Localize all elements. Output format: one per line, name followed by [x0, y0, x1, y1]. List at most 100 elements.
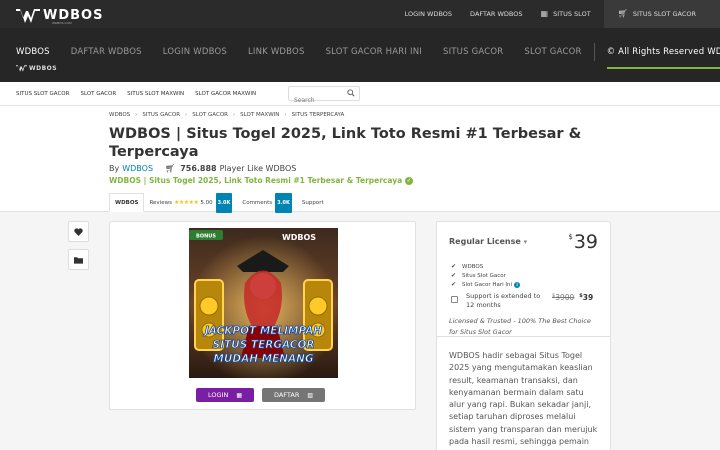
category-bar: SITUS SLOT GACOR SLOT GACOR SITUS SLOT M… — [0, 82, 720, 107]
nav-item-link[interactable]: LINK WDBOS — [248, 47, 305, 61]
page-title: WDBOS | Situs Togel 2025, Link Toto Resm… — [109, 126, 582, 160]
license-label: Regular License — [449, 237, 521, 246]
by-label: By — [109, 164, 120, 173]
price: $39 — [568, 231, 598, 253]
nav-logo-text: WDBOS — [29, 65, 58, 72]
item-tabs: WDBOS Reviews ★★★★★ 5.00 3.0K Comments 3… — [109, 193, 329, 213]
svg-text:BONUS: BONUS — [196, 234, 216, 240]
nav-item-daftar[interactable]: DAFTAR WDBOS — [71, 47, 142, 61]
logo-mark-icon — [16, 8, 40, 23]
breadcrumb-item[interactable]: SLOT GACOR — [192, 112, 228, 118]
feature-list: ✔ WDBOS ✔ Situs Slot Gacor ✔ Slot Gacor Har… — [451, 262, 521, 289]
nav-item-login[interactable]: LOGIN WDBOS — [163, 47, 227, 61]
search-icon[interactable] — [347, 89, 355, 97]
top-link-daftar[interactable]: DAFTAR WDBOS — [461, 0, 531, 28]
daftar-button[interactable]: DAFTAR ▨ — [262, 388, 325, 402]
item-header: WDBOS › SITUS GACOR › SLOT GACOR › SLOT … — [0, 106, 720, 213]
category-link-slot-gacor[interactable]: SLOT GACOR — [80, 91, 116, 97]
breadcrumb-separator: › — [185, 112, 188, 118]
breadcrumb: WDBOS › SITUS GACOR › SLOT GACOR › SLOT … — [109, 112, 349, 118]
folder-icon — [74, 256, 83, 264]
extended-support-text: Support is extended to 12 months — [466, 292, 541, 309]
image-icon: ▨ — [307, 391, 314, 399]
login-button[interactable]: LOGIN ▦ — [196, 388, 254, 402]
breadcrumb-separator: › — [135, 112, 138, 118]
feature-item: ✔ WDBOS — [451, 262, 520, 271]
cart-icon: 🛒︎ — [165, 164, 176, 173]
category-link-slot-gacor-maxwin[interactable]: SLOT GACOR MAXWIN — [195, 91, 256, 97]
breadcrumb-item[interactable]: SLOT MAXWIN — [240, 112, 279, 118]
poster-line-3: MUDAH MENANG — [213, 353, 314, 365]
rating-value: 5.00 — [200, 200, 213, 206]
breadcrumb-separator: › — [232, 112, 236, 118]
main-nav: WDBOS DAFTAR WDBOS LOGIN WDBOS LINK WDBO… — [0, 28, 720, 82]
breadcrumb-item[interactable]: SITUS TERPERCAYA — [292, 112, 345, 118]
grid-icon: ▦ — [540, 9, 549, 18]
breadcrumb-item[interactable]: SITUS GACOR — [142, 112, 180, 118]
category-link-situs-slot-gacor[interactable]: SITUS SLOT GACOR — [16, 91, 69, 97]
favorite-button[interactable] — [68, 221, 89, 242]
feature-item: ✔ Slot Gacor Hari Ini i — [451, 280, 521, 289]
old-price-value: 3900 — [555, 293, 575, 302]
poster-line-2: SITUS TERGACOR — [213, 339, 315, 351]
cart-icon: 🛒︎ — [617, 9, 628, 18]
player-count: 756.888 — [180, 164, 217, 173]
new-price-value: 39 — [582, 293, 594, 302]
grid-icon: ▦ — [236, 391, 242, 399]
reviews-count-badge: 3.0K — [215, 193, 233, 213]
tab-wdbos[interactable]: WDBOS — [109, 193, 145, 212]
top-bar: WDBOS WDBOS.COM LOGIN WDBOS DAFTAR WDBOS… — [0, 0, 720, 28]
tab-reviews-label: Reviews — [149, 200, 172, 206]
nav-logo[interactable]: WDBOS — [16, 65, 57, 72]
license-selector[interactable]: Regular License ▾ — [449, 237, 527, 246]
svg-text:WDBOS: WDBOS — [282, 233, 316, 242]
licensed-note: Licensed & Trusted - 100% The Best Choic… — [449, 317, 591, 336]
category-link-situs-slot-maxwin[interactable]: SITUS SLOT MAXWIN — [127, 91, 184, 97]
chevron-down-icon: ▾ — [523, 238, 528, 246]
top-link-situs-slot-gacor-label: SITUS SLOT GACOR — [632, 10, 696, 18]
byline: By WDBOS 🛒︎ 756.888 Player Like WDBOS — [109, 164, 296, 173]
top-link-login[interactable]: LOGIN WDBOS — [396, 0, 461, 28]
tab-comments-label: Comments — [242, 200, 273, 206]
feature-item: ✔ Situs Slot Gacor — [451, 271, 520, 280]
rating-stars-icon: ★★★★★ — [173, 199, 199, 206]
item-preview: BONUS WDBOS JACKPOT MELIMPAH SITUS TERGA… — [109, 221, 416, 410]
nav-item-situs-gacor[interactable]: SITUS GACOR — [443, 47, 503, 61]
top-link-login-label: LOGIN WDBOS — [404, 10, 453, 18]
top-link-situs-slot-label: SITUS SLOT — [553, 10, 591, 18]
comments-count-badge: 3.0K — [275, 193, 292, 213]
feature-label: WDBOS — [462, 263, 484, 270]
info-icon[interactable]: i — [514, 281, 521, 288]
top-link-situs-slot[interactable]: ▦ SITUS SLOT — [532, 0, 600, 28]
verified-check-icon: ✓ — [405, 176, 414, 185]
player-label: Player Like WDBOS — [219, 164, 297, 173]
nav-item-slot-gacor[interactable]: SLOT GACOR — [524, 47, 581, 61]
old-price: $3900 — [552, 293, 574, 310]
extended-support-checkbox[interactable] — [451, 296, 458, 303]
nav-item-slot-gacor-hari-ini[interactable]: SLOT GACOR HARI INI — [326, 47, 422, 61]
daftar-button-label: DAFTAR — [273, 391, 300, 399]
top-link-situs-slot-gacor[interactable]: 🛒︎ SITUS SLOT GACOR — [603, 0, 720, 28]
extended-support-option: Support is extended to 12 months $3900 $… — [451, 292, 601, 310]
tab-comments[interactable]: Comments 3.0K — [237, 193, 297, 213]
purchase-box: Regular License ▾ $39 ✔ WDBOS ✔ Situs Slot… — [436, 221, 611, 345]
preview-image[interactable]: BONUS WDBOS JACKPOT MELIMPAH SITUS TERGA… — [189, 228, 338, 378]
nav-item-wdbos[interactable]: WDBOS — [16, 47, 50, 61]
tab-wdbos-label: WDBOS — [115, 199, 139, 206]
nav-item-copyright[interactable]: © All Rights Reserved WDBOS — [606, 47, 720, 69]
tab-support-label: Support — [301, 200, 324, 206]
author-link[interactable]: WDBOS — [122, 164, 153, 173]
item-subtitle: WDBOS | Situs Togel 2025, Link Toto Resm… — [109, 176, 414, 185]
check-icon: ✔ — [451, 281, 457, 288]
feature-label: Situs Slot Gacor — [462, 272, 506, 279]
collection-button[interactable] — [68, 249, 89, 270]
poster-line-1: JACKPOT MELIMPAH — [203, 325, 323, 337]
breadcrumb-item[interactable]: WDBOS — [109, 112, 130, 118]
price-currency: $ — [568, 233, 573, 241]
feature-label: Slot Gacor Hari Ini — [462, 281, 513, 288]
poster-brand: WDBOS — [282, 233, 316, 242]
description-box: WDBOS hadir sebagai Situs Togel 2025 yan… — [436, 336, 611, 450]
tab-support[interactable]: Support — [297, 194, 329, 212]
tab-reviews[interactable]: Reviews ★★★★★ 5.00 3.0K — [144, 193, 237, 213]
search-box — [288, 86, 360, 107]
